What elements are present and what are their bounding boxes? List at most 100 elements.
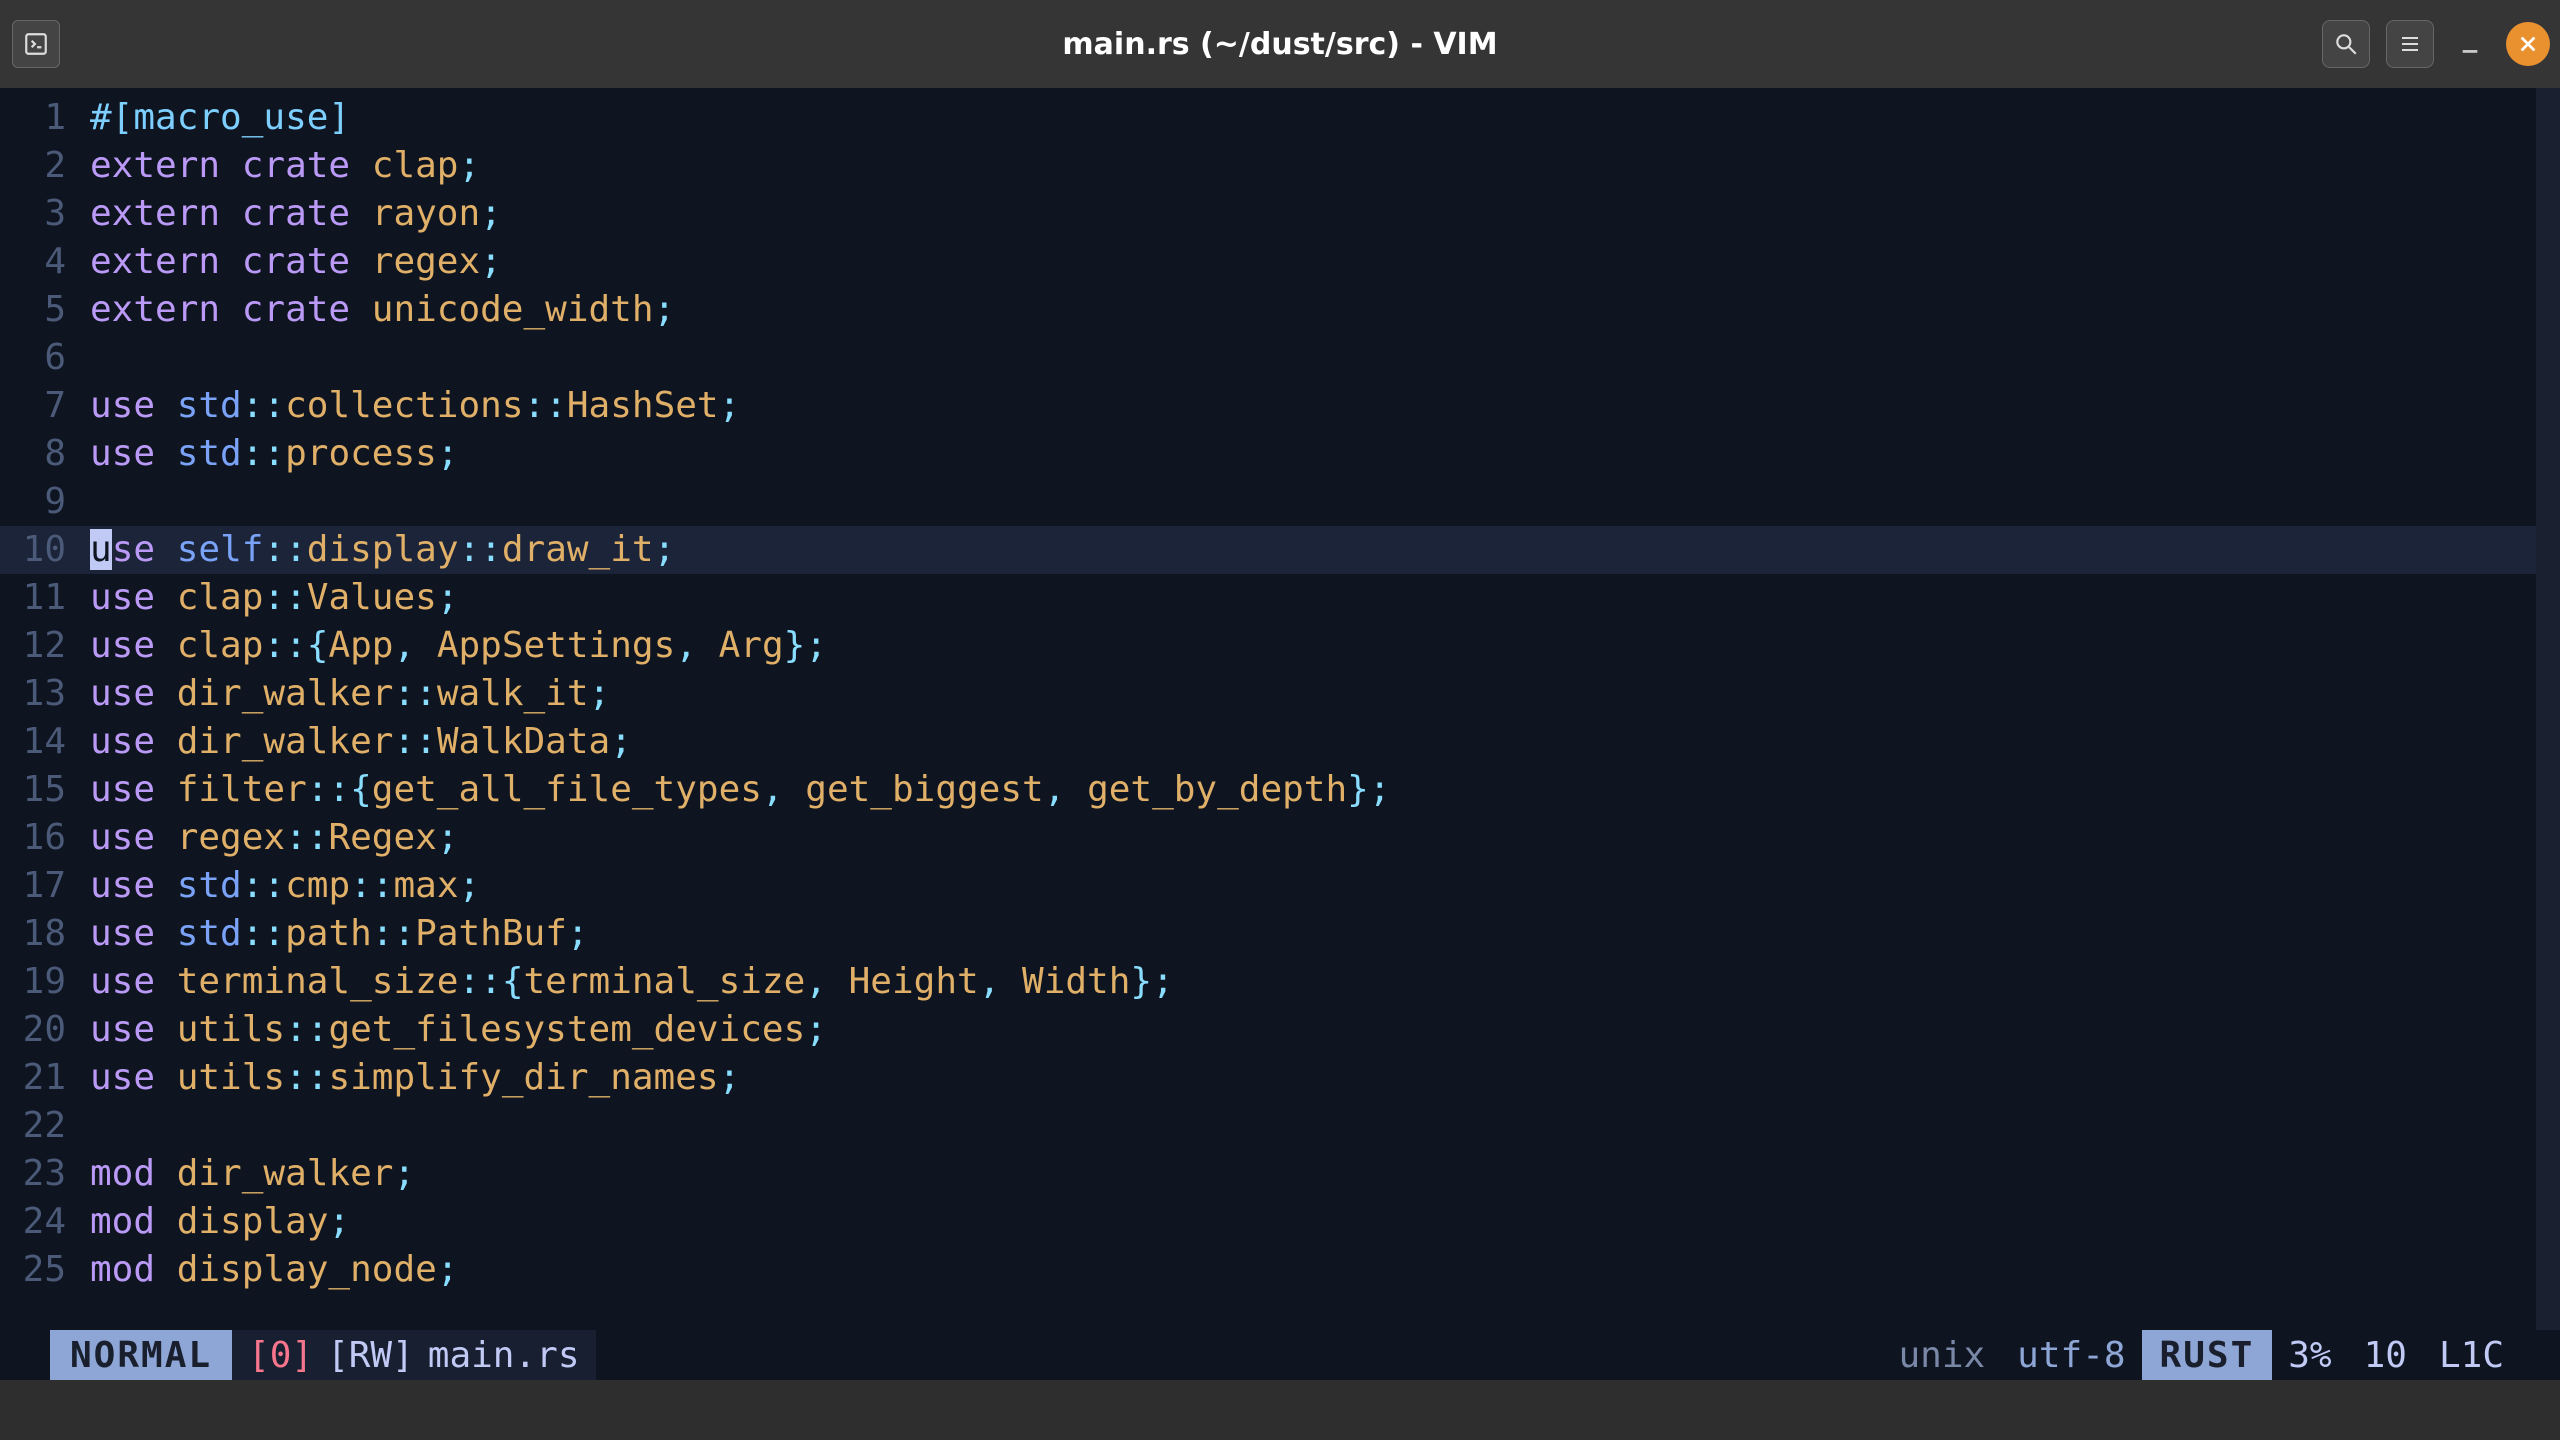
code-line[interactable]: 19use terminal_size::{terminal_size, Hei… [0, 958, 2560, 1006]
code-line[interactable]: 5extern crate unicode_width; [0, 286, 2560, 334]
code-content: use std::cmp::max; [80, 862, 480, 910]
line-number: 25 [0, 1246, 80, 1294]
line-number: 23 [0, 1150, 80, 1198]
line-number: 10 [0, 526, 80, 574]
code-content: mod display_node; [80, 1246, 458, 1294]
search-button[interactable] [2322, 20, 2370, 68]
code-line[interactable]: 2extern crate clap; [0, 142, 2560, 190]
code-content: use utils::get_filesystem_devices; [80, 1006, 827, 1054]
mode-indicator: NORMAL [50, 1330, 232, 1380]
titlebar: main.rs (~/dust/src) - VIM [0, 0, 2560, 88]
line-number: 12 [0, 622, 80, 670]
status-col: L1C [2423, 1330, 2520, 1380]
code-content: use clap::{App, AppSettings, Arg}; [80, 622, 827, 670]
line-number: 15 [0, 766, 80, 814]
search-icon [2333, 31, 2359, 57]
status-rw: [RW] [327, 1335, 414, 1376]
line-number: 20 [0, 1006, 80, 1054]
code-line[interactable]: 3extern crate rayon; [0, 190, 2560, 238]
code-line[interactable]: 14use dir_walker::WalkData; [0, 718, 2560, 766]
code-content: use std::process; [80, 430, 459, 478]
code-content: extern crate rayon; [80, 190, 502, 238]
code-line[interactable]: 6 [0, 334, 2560, 382]
code-content: mod display; [80, 1198, 350, 1246]
code-line[interactable]: 24mod display; [0, 1198, 2560, 1246]
terminal-icon [23, 31, 49, 57]
line-number: 24 [0, 1198, 80, 1246]
gvim-window: main.rs (~/dust/src) - VIM 1#[macro_use]… [0, 0, 2560, 1440]
minimize-icon [2459, 34, 2481, 56]
status-percent: 3% [2272, 1330, 2347, 1380]
code-content: #[macro_use] [80, 94, 350, 142]
line-number: 1 [0, 94, 80, 142]
code-content: use std::collections::HashSet; [80, 382, 740, 430]
line-number: 19 [0, 958, 80, 1006]
status-flag-group: [0] [RW] main.rs [232, 1330, 595, 1380]
code-content: use std::path::PathBuf; [80, 910, 589, 958]
code-content: mod dir_walker; [80, 1150, 415, 1198]
code-line[interactable]: 20use utils::get_filesystem_devices; [0, 1006, 2560, 1054]
line-number: 13 [0, 670, 80, 718]
code-line[interactable]: 1#[macro_use] [0, 94, 2560, 142]
status-encoding-enc: utf-8 [2001, 1330, 2141, 1380]
code-line[interactable]: 23mod dir_walker; [0, 1150, 2560, 1198]
scrollbar[interactable] [2536, 88, 2560, 1330]
window-title: main.rs (~/dust/src) - VIM [1062, 27, 1497, 62]
line-number: 21 [0, 1054, 80, 1102]
line-number: 18 [0, 910, 80, 958]
code-content: use clap::Values; [80, 574, 459, 622]
code-line[interactable]: 11use clap::Values; [0, 574, 2560, 622]
statusbar: NORMAL [0] [RW] main.rs unix utf-8 RUST … [0, 1330, 2560, 1380]
status-encoding-os: unix [1882, 1330, 2001, 1380]
hamburger-icon [2398, 32, 2422, 56]
editor-viewport[interactable]: 1#[macro_use]2extern crate clap;3extern … [0, 88, 2560, 1330]
line-number: 22 [0, 1102, 80, 1150]
minimize-button[interactable] [2450, 24, 2490, 64]
line-number: 4 [0, 238, 80, 286]
line-number: 8 [0, 430, 80, 478]
code-line[interactable]: 21use utils::simplify_dir_names; [0, 1054, 2560, 1102]
code-content: extern crate clap; [80, 142, 480, 190]
line-number: 17 [0, 862, 80, 910]
code-line[interactable]: 15use filter::{get_all_file_types, get_b… [0, 766, 2560, 814]
line-number: 7 [0, 382, 80, 430]
code-content: use self::display::draw_it; [80, 526, 675, 574]
code-content: use terminal_size::{terminal_size, Heigh… [80, 958, 1174, 1006]
line-number: 2 [0, 142, 80, 190]
close-icon [2517, 33, 2539, 55]
code-line[interactable]: 12use clap::{App, AppSettings, Arg}; [0, 622, 2560, 670]
code-content: extern crate unicode_width; [80, 286, 675, 334]
code-line[interactable]: 9 [0, 478, 2560, 526]
menu-button[interactable] [2386, 20, 2434, 68]
code-line[interactable]: 16use regex::Regex; [0, 814, 2560, 862]
window-bottom-pad [0, 1380, 2560, 1440]
status-filename: main.rs [428, 1335, 580, 1376]
code-line[interactable]: 7use std::collections::HashSet; [0, 382, 2560, 430]
line-number: 16 [0, 814, 80, 862]
code-content: extern crate regex; [80, 238, 502, 286]
line-number: 6 [0, 334, 80, 382]
code-line[interactable]: 8use std::process; [0, 430, 2560, 478]
code-line[interactable]: 22 [0, 1102, 2560, 1150]
code-line[interactable]: 25mod display_node; [0, 1246, 2560, 1294]
app-icon-button[interactable] [12, 20, 60, 68]
code-line[interactable]: 10use self::display::draw_it; [0, 526, 2560, 574]
code-content: use dir_walker::WalkData; [80, 718, 632, 766]
code-line[interactable]: 17use std::cmp::max; [0, 862, 2560, 910]
line-number: 9 [0, 478, 80, 526]
code-content: use utils::simplify_dir_names; [80, 1054, 740, 1102]
code-line[interactable]: 13use dir_walker::walk_it; [0, 670, 2560, 718]
code-line[interactable]: 4extern crate regex; [0, 238, 2560, 286]
line-number: 5 [0, 286, 80, 334]
status-flag-zero: [0] [248, 1335, 313, 1376]
line-number: 11 [0, 574, 80, 622]
close-button[interactable] [2506, 22, 2550, 66]
line-number: 14 [0, 718, 80, 766]
code-line[interactable]: 18use std::path::PathBuf; [0, 910, 2560, 958]
code-content: use dir_walker::walk_it; [80, 670, 610, 718]
line-number: 3 [0, 190, 80, 238]
status-line: 10 [2348, 1330, 2423, 1380]
code-content: use regex::Regex; [80, 814, 459, 862]
cursor: u [90, 529, 112, 570]
status-language: RUST [2142, 1330, 2273, 1380]
